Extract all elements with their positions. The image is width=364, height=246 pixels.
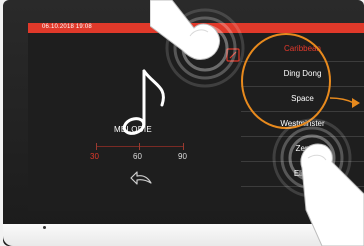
device-led-indicator	[43, 226, 46, 229]
slider-track	[96, 146, 184, 147]
slider-value-30[interactable]: 30	[90, 152, 99, 161]
slider-value-90[interactable]: 90	[178, 152, 187, 161]
slider-tick	[183, 143, 184, 150]
status-datetime: 06.10.2018 19:08	[42, 24, 92, 30]
slider-values: 30 60 90	[82, 152, 202, 164]
device-bottom-bezel	[3, 224, 364, 246]
slider-value-60[interactable]: 60	[133, 152, 142, 161]
selection-highlight-ring	[241, 33, 331, 129]
right-arrow-icon	[330, 97, 360, 108]
slider-tick	[96, 143, 97, 150]
melody-label: MÉLODIE	[113, 125, 153, 134]
back-arrow-icon[interactable]	[130, 169, 154, 187]
melody-item-zen[interactable]: Zen	[241, 137, 364, 162]
melody-item-elise[interactable]: Elise	[241, 162, 364, 187]
status-bar: 06.10.2018 19:08	[28, 23, 364, 33]
edit-icon[interactable]	[226, 48, 240, 62]
slider-tick	[139, 143, 140, 150]
duration-slider[interactable]	[92, 141, 188, 151]
